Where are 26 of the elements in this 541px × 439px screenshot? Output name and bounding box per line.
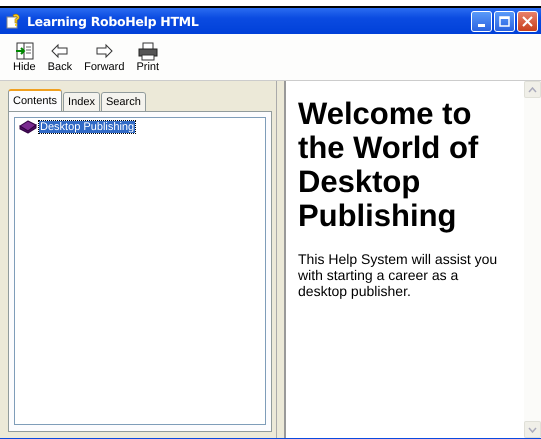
tab[interactable]: Search [100,92,146,111]
scrollbar[interactable] [524,81,541,438]
scroll-up-button[interactable] [524,81,541,98]
printer-icon [137,41,158,61]
help-icon [6,13,22,29]
tab[interactable]: Contents [8,89,62,111]
close-button[interactable] [517,10,538,32]
minimize-icon [478,24,485,26]
book-icon [19,120,37,134]
forward-button[interactable]: Forward [81,41,128,73]
back-button[interactable]: Back [44,41,76,73]
maximize-icon [499,16,510,26]
hide-button[interactable]: Hide [10,41,39,73]
hide-pane-icon [14,41,35,61]
forward-arrow-icon [94,41,115,61]
topic-heading: Welcome to the World of Desktop Publishing [298,97,480,233]
back-arrow-icon [49,41,70,61]
print-button[interactable]: Print [133,41,162,73]
tab[interactable]: Index [63,92,100,111]
minimize-button[interactable] [471,10,492,32]
close-icon [522,16,533,26]
topic-text: This Help System will assist you with starting a career as a desktop publisher. [298,251,498,299]
scroll-down-button[interactable] [524,421,541,438]
window-title: Learning RoboHelp HTML [27,14,200,28]
maximize-button[interactable] [494,10,515,32]
tree-item[interactable]: Desktop Publishing [39,121,136,133]
